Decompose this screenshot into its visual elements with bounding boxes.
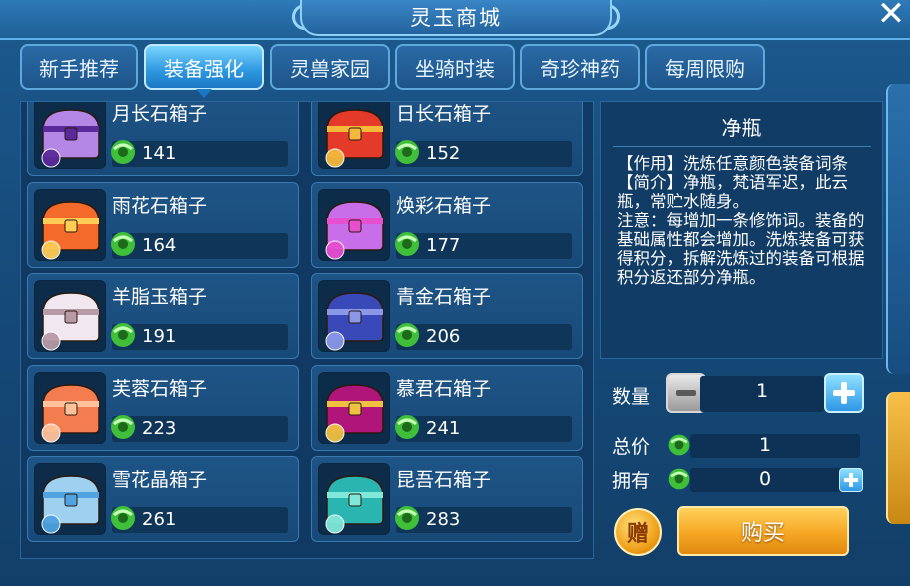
jade-coin-icon bbox=[111, 140, 135, 164]
detail-description[interactable]: 【作用】洗炼任意颜色装备词条 【简介】净瓶，梵语军迟，此云瓶，常贮水随身。 注意… bbox=[617, 154, 867, 326]
item-card[interactable]: 日长石箱子 152 bbox=[311, 102, 583, 176]
item-card[interactable]: 芙蓉石箱子 223 bbox=[27, 364, 299, 451]
jade-coin-icon bbox=[395, 506, 419, 530]
tab-label: 新手推荐 bbox=[39, 56, 119, 81]
item-price: 223 bbox=[142, 417, 177, 439]
total-price-value: 1 bbox=[758, 434, 772, 456]
orange-chest-icon bbox=[34, 188, 106, 261]
item-price: 191 bbox=[142, 326, 177, 347]
price-bar bbox=[112, 232, 288, 259]
jade-coin-icon bbox=[395, 231, 419, 256]
teal-chest-icon bbox=[318, 463, 390, 535]
tab-pets[interactable]: 灵兽家园 bbox=[270, 44, 390, 90]
tab-label: 装备强化 bbox=[164, 56, 244, 81]
item-name: 雪花晶箱子 bbox=[112, 469, 208, 491]
item-card[interactable]: 雪花晶箱子 261 bbox=[27, 456, 299, 542]
tab-mounts[interactable]: 坐骑时装 bbox=[395, 44, 515, 90]
price-bar bbox=[112, 415, 288, 442]
jade-coin-icon bbox=[395, 140, 419, 164]
item-name: 月长石箱子 bbox=[112, 103, 208, 125]
item-price: 241 bbox=[426, 417, 461, 439]
item-name: 昆吾石箱子 bbox=[396, 469, 492, 491]
total-label: 总价 bbox=[612, 436, 651, 458]
jade-coin-icon bbox=[395, 323, 419, 347]
item-name: 日长石箱子 bbox=[396, 103, 492, 125]
item-name: 慕君石箱子 bbox=[396, 377, 492, 400]
jade-coin-icon bbox=[111, 323, 135, 347]
quantity-input[interactable]: 1 bbox=[700, 380, 824, 402]
price-bar bbox=[396, 141, 572, 167]
item-name: 焕彩石箱子 bbox=[396, 194, 492, 217]
red-gold-chest-icon bbox=[318, 102, 390, 169]
tab-label: 灵兽家园 bbox=[290, 56, 370, 81]
blue-chest-icon bbox=[318, 280, 390, 352]
owned-label: 拥有 bbox=[612, 470, 651, 492]
item-card[interactable]: 月长石箱子 141 bbox=[27, 102, 299, 176]
detail-title: 净瓶 bbox=[721, 116, 762, 140]
side-scroll-handle[interactable] bbox=[886, 84, 910, 374]
jade-coin-icon bbox=[668, 434, 690, 456]
coral-chest-icon bbox=[34, 371, 106, 444]
close-icon[interactable]: ✕ bbox=[874, 0, 908, 31]
purple-chest-icon bbox=[34, 102, 106, 169]
jade-coin-icon bbox=[668, 468, 690, 490]
item-card[interactable]: 慕君石箱子 241 bbox=[311, 364, 583, 451]
ice-chest-icon bbox=[34, 463, 106, 535]
item-name: 青金石箱子 bbox=[396, 286, 492, 308]
recharge-plus-button[interactable] bbox=[839, 468, 863, 492]
active-tab-pointer-icon bbox=[196, 89, 212, 98]
quantity-label: 数量 bbox=[612, 386, 651, 408]
window-title: 灵玉商城 bbox=[410, 6, 502, 30]
increase-quantity-button[interactable] bbox=[824, 373, 864, 413]
shop-window: 灵玉商城 ✕ 新手推荐 装备强化 灵兽家园 坐骑时装 奇珍神药 每周限购 月长石… bbox=[0, 0, 910, 586]
violet-chest-icon bbox=[318, 188, 390, 261]
magenta-gold-chest-icon bbox=[318, 371, 390, 444]
price-bar bbox=[396, 324, 572, 350]
jade-coin-icon bbox=[395, 414, 419, 439]
item-price: 283 bbox=[426, 509, 461, 530]
title-bar: 灵玉商城 ✕ bbox=[0, 0, 910, 40]
buy-button[interactable]: 购买 bbox=[677, 506, 849, 556]
item-name: 羊脂玉箱子 bbox=[112, 286, 208, 308]
item-price: 152 bbox=[426, 143, 461, 164]
title-plaque: 灵玉商城 bbox=[300, 0, 612, 36]
buy-label: 购买 bbox=[740, 521, 785, 546]
item-price: 206 bbox=[426, 326, 461, 347]
gift-label: 赠 bbox=[626, 522, 649, 547]
divider bbox=[613, 146, 871, 147]
jade-coin-icon bbox=[111, 231, 135, 256]
item-name: 芙蓉石箱子 bbox=[112, 377, 208, 400]
price-bar bbox=[396, 232, 572, 259]
tab-label: 奇珍神药 bbox=[540, 56, 620, 81]
price-bar bbox=[112, 507, 288, 533]
side-tab-gold[interactable] bbox=[886, 392, 910, 524]
item-detail-panel: 净瓶 【作用】洗炼任意颜色装备词条 【简介】净瓶，梵语军迟，此云瓶，常贮水随身。… bbox=[600, 101, 883, 359]
tab-weekly[interactable]: 每周限购 bbox=[645, 44, 765, 90]
tab-label: 每周限购 bbox=[665, 56, 745, 81]
item-card[interactable]: 青金石箱子 206 bbox=[311, 273, 583, 359]
item-card[interactable]: 焕彩石箱子 177 bbox=[311, 181, 583, 268]
tab-newbie[interactable]: 新手推荐 bbox=[20, 44, 138, 90]
item-price: 261 bbox=[142, 509, 177, 530]
price-bar bbox=[396, 507, 572, 533]
item-card[interactable]: 昆吾石箱子 283 bbox=[311, 456, 583, 542]
item-price: 141 bbox=[142, 143, 177, 164]
price-bar bbox=[112, 141, 288, 167]
item-price: 164 bbox=[142, 234, 177, 256]
tab-medicine[interactable]: 奇珍神药 bbox=[520, 44, 640, 90]
jade-coin-icon bbox=[111, 506, 135, 530]
price-bar bbox=[112, 324, 288, 350]
item-card[interactable]: 羊脂玉箱子 191 bbox=[27, 273, 299, 359]
jade-coin-icon bbox=[111, 414, 135, 439]
tab-label: 坐骑时装 bbox=[415, 56, 495, 81]
gift-button[interactable]: 赠 bbox=[614, 508, 662, 556]
white-chest-icon bbox=[34, 280, 106, 352]
item-card[interactable]: 雨花石箱子 164 bbox=[27, 181, 299, 268]
item-name: 雨花石箱子 bbox=[112, 194, 208, 217]
item-price: 177 bbox=[426, 234, 461, 256]
price-bar bbox=[396, 415, 572, 442]
owned-value: 0 bbox=[758, 468, 772, 490]
item-grid[interactable]: 月长石箱子 141 日长石箱子 152 雨花石箱子 164 焕彩石箱子 177 … bbox=[20, 101, 594, 559]
tab-equipment[interactable]: 装备强化 bbox=[144, 44, 264, 98]
